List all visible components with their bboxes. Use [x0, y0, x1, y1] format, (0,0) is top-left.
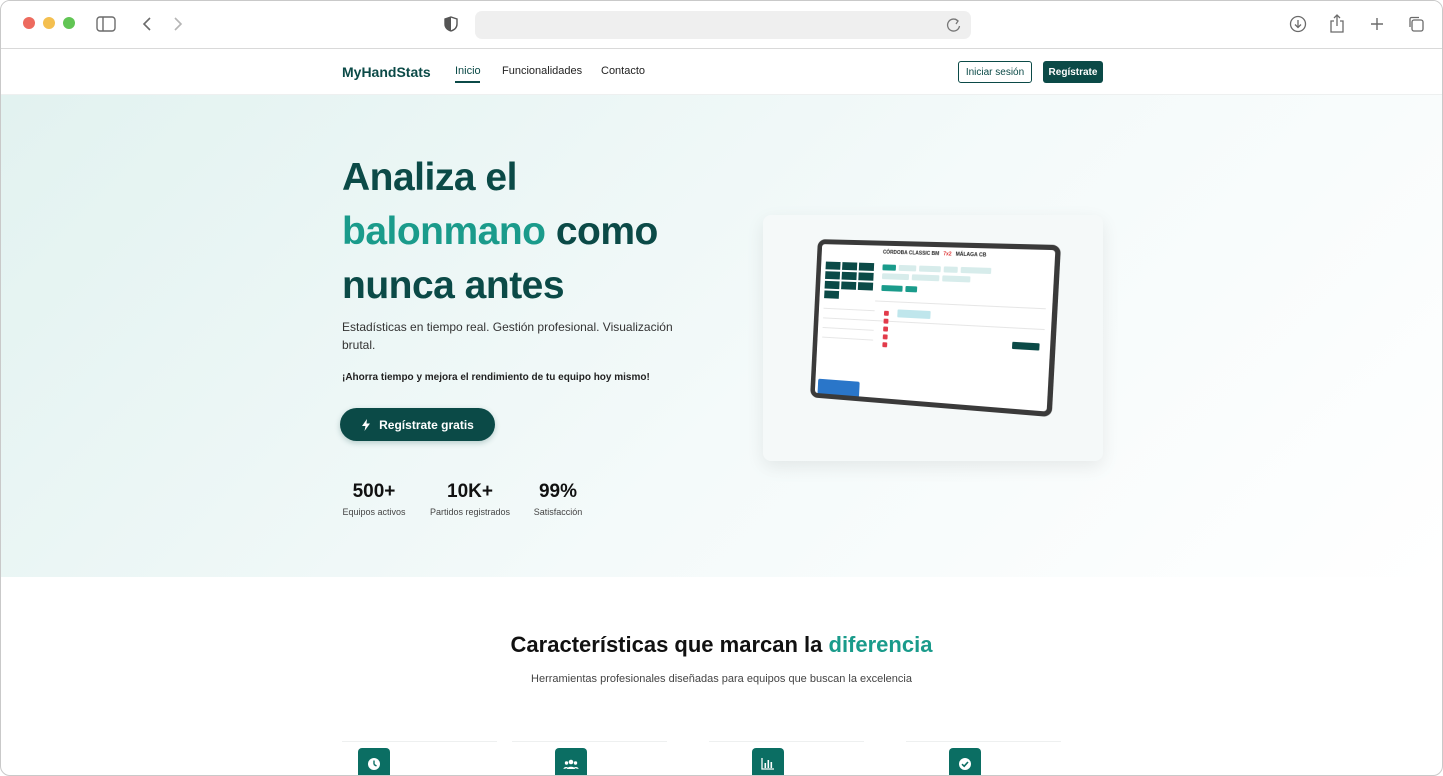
stat-matches: 10K+ Partidos registrados [426, 481, 514, 517]
feature-card [906, 741, 1061, 775]
stat-satisfaction: 99% Satisfacción [532, 481, 584, 517]
tablet-mockup-image: CÓRDOBA CLASSIC BM 7x2 MÁLAGA CB [810, 239, 1062, 418]
download-icon[interactable] [1284, 11, 1312, 37]
mockup-score: 7x2 [943, 251, 952, 258]
brand-logo[interactable]: MyHandStats [342, 64, 431, 80]
feature-card [709, 741, 864, 775]
zoom-window-button[interactable] [63, 17, 75, 29]
address-bar[interactable] [475, 11, 971, 39]
hero-subtitle: Estadísticas en tiempo real. Gestión pro… [342, 320, 673, 352]
browser-toolbar [1, 1, 1442, 49]
stat-label: Equipos activos [342, 507, 406, 517]
hero-title: Analiza el balonmano como nunca antes [342, 151, 658, 313]
close-window-button[interactable] [23, 17, 35, 29]
share-icon[interactable] [1323, 11, 1351, 37]
back-icon[interactable] [133, 11, 161, 37]
mockup-away-team: MÁLAGA CB [955, 251, 987, 259]
features-title-highlight: diferencia [828, 632, 933, 657]
stat-value: 10K+ [447, 481, 493, 502]
minimize-window-button[interactable] [43, 17, 55, 29]
features-subtitle: Herramientas profesionales diseñadas par… [531, 673, 912, 685]
features-title: Características que marcan la diferencia [1, 632, 1442, 658]
tab-overview-icon[interactable] [1402, 11, 1430, 37]
nav-link-inicio[interactable]: Inicio [455, 65, 481, 77]
forward-icon[interactable] [164, 11, 192, 37]
nav-link-contacto[interactable]: Contacto [601, 65, 645, 77]
clock-icon [358, 748, 390, 775]
register-free-button[interactable]: Regístrate gratis [340, 408, 495, 441]
chart-icon [752, 748, 784, 775]
sidebar-toggle-icon[interactable] [92, 11, 120, 37]
stat-value: 99% [538, 481, 578, 502]
app-preview-card: CÓRDOBA CLASSIC BM 7x2 MÁLAGA CB [763, 215, 1103, 461]
hero-title-line1: Analiza el [342, 156, 517, 199]
stat-label: Satisfacción [533, 507, 583, 517]
window-controls [23, 17, 75, 29]
hero-title-line2: como [545, 210, 659, 253]
nav-link-funcionalidades[interactable]: Funcionalidades [502, 65, 582, 77]
stat-label: Partidos registrados [429, 507, 511, 517]
hero-title-highlight: balonmano [342, 210, 546, 253]
register-free-label: Regístrate gratis [379, 417, 474, 432]
reload-icon[interactable] [945, 16, 963, 34]
stat-value: 500+ [352, 481, 396, 502]
hero-cta-text: ¡Ahorra tiempo y mejora el rendimiento d… [342, 372, 650, 383]
login-button[interactable]: Iniciar sesión [958, 61, 1032, 83]
mockup-home-team: CÓRDOBA CLASSIC BM [882, 249, 940, 258]
lightning-icon [362, 418, 371, 431]
new-tab-icon[interactable] [1363, 11, 1391, 37]
privacy-shield-icon[interactable] [437, 11, 465, 37]
feature-card [512, 741, 667, 775]
browser-window: MyHandStats Inicio Funcionalidades Conta… [0, 0, 1443, 776]
users-icon [555, 748, 587, 775]
site-navbar: MyHandStats Inicio Funcionalidades Conta… [1, 50, 1442, 95]
active-nav-indicator [455, 81, 480, 83]
stat-teams: 500+ Equipos activos [342, 481, 406, 517]
hero-title-line3: nunca antes [342, 264, 565, 307]
check-icon [949, 748, 981, 775]
features-title-main: Características que marcan la [510, 632, 829, 657]
register-button[interactable]: Regístrate [1043, 61, 1103, 83]
hero-section: Analiza el balonmano como nunca antes Es… [1, 95, 1442, 577]
